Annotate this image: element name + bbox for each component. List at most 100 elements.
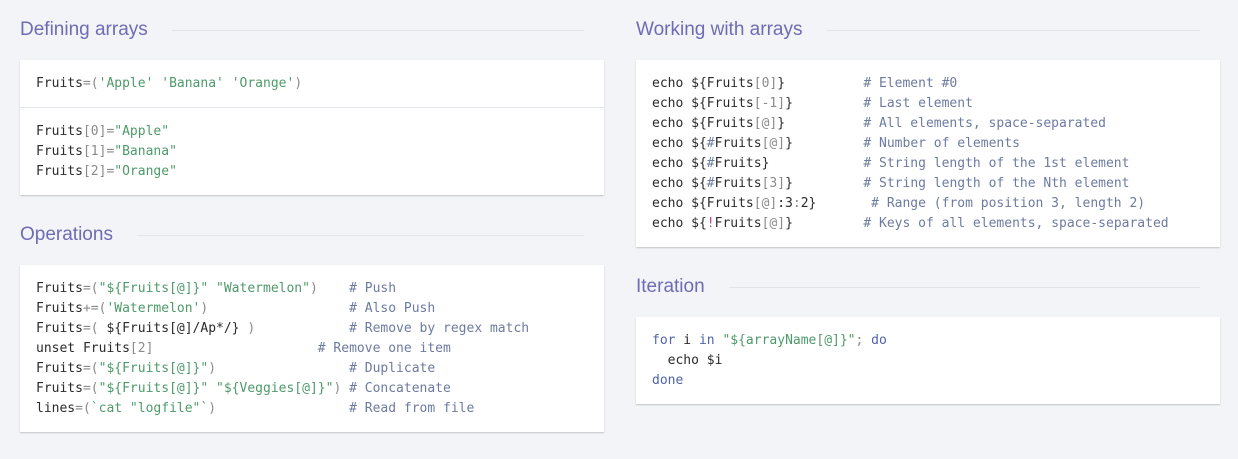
code-token: echo ${ bbox=[652, 216, 707, 231]
code-comment: # Read from file bbox=[349, 401, 475, 416]
code-token: Fruits} bbox=[714, 156, 864, 171]
section-operations: Operations Fruits=("${Fruits[@]}" "Water… bbox=[20, 215, 604, 432]
code-card: Fruits=('Apple' 'Banana' 'Orange') Fruits… bbox=[20, 60, 604, 195]
code-line: unset Fruits[2] # Remove one item bbox=[36, 339, 588, 359]
code-token: ) bbox=[294, 76, 303, 91]
code-line: echo ${Fruits[0]} # Element #0 bbox=[652, 74, 1204, 94]
code-token: } bbox=[785, 136, 864, 151]
code-token: } bbox=[777, 116, 864, 131]
code-comment: # bbox=[706, 176, 715, 191]
code-token: echo ${Fruits bbox=[652, 116, 754, 131]
code-token: ) bbox=[247, 321, 256, 336]
section-title: Iteration bbox=[636, 276, 705, 297]
code-token: [@] bbox=[761, 136, 786, 151]
code-comment: # Last element bbox=[863, 96, 973, 111]
code-token: unset Fruits bbox=[36, 341, 130, 356]
code-comment: # String length of the 1st element bbox=[863, 156, 1130, 171]
code-token: lines bbox=[36, 401, 76, 416]
code-line: Fruits=( ${Fruits[@]/Ap*/} ) # Remove by… bbox=[36, 319, 588, 339]
code-comment: # Remove by regex match bbox=[349, 321, 530, 336]
code-line: done bbox=[652, 371, 1204, 391]
code-block: echo ${Fruits[0]} # Element #0 echo ${Fru… bbox=[636, 60, 1220, 247]
code-token: : bbox=[792, 196, 801, 211]
code-token: 'Banana' bbox=[161, 76, 224, 91]
code-line: echo $i bbox=[652, 351, 1204, 371]
section-divider bbox=[171, 29, 584, 31]
code-token: [@] bbox=[753, 116, 778, 131]
code-line: Fruits[0]="Apple" bbox=[36, 122, 588, 142]
code-line: echo ${#Fruits[3]} # String length of th… bbox=[652, 174, 1204, 194]
code-token: Fruits bbox=[36, 76, 83, 91]
code-line: echo ${!Fruits[@]} # Keys of all element… bbox=[652, 214, 1204, 234]
code-line: Fruits=('Apple' 'Banana' 'Orange') bbox=[36, 74, 588, 94]
code-token: ! bbox=[706, 216, 715, 231]
code-token: in bbox=[698, 333, 715, 348]
code-comment: # bbox=[706, 136, 715, 151]
section-header: Working with arrays bbox=[636, 10, 1220, 50]
code-token: =( bbox=[82, 361, 99, 376]
section-iteration: Iteration for i in "${arrayName[@]}"; do… bbox=[636, 267, 1220, 404]
right-column: Working with arrays echo ${Fruits[0]} # … bbox=[636, 0, 1220, 404]
section-header: Operations bbox=[20, 215, 604, 255]
code-token: [1]= bbox=[82, 144, 115, 159]
code-line: echo ${#Fruits[@]} # Number of elements bbox=[652, 134, 1204, 154]
code-token: =( bbox=[82, 76, 99, 91]
code-token: ) bbox=[309, 281, 318, 296]
code-line: for i in "${arrayName[@]}"; do bbox=[652, 331, 1204, 351]
section-divider bbox=[826, 29, 1200, 31]
code-token: "${Fruits[@]}" bbox=[98, 381, 209, 396]
section-title: Defining arrays bbox=[20, 19, 148, 40]
code-token: =( bbox=[82, 381, 99, 396]
code-line: Fruits+=('Watermelon') # Also Push bbox=[36, 299, 588, 319]
section-header: Iteration bbox=[636, 267, 1220, 307]
code-token: 2} bbox=[800, 196, 872, 211]
code-card: for i in "${arrayName[@]}"; do echo $i do… bbox=[636, 317, 1220, 404]
code-token: 'Apple' bbox=[98, 76, 154, 91]
code-token: 'Watermelon' bbox=[106, 301, 201, 316]
code-token: [@] bbox=[753, 196, 778, 211]
code-token: do bbox=[871, 333, 887, 348]
code-token: ${Fruits[@]/Ap*/} bbox=[98, 321, 248, 336]
code-token: Fruits bbox=[36, 164, 83, 179]
code-line: lines=(`cat "logfile"`) # Read from file bbox=[36, 399, 588, 419]
code-token: "Apple" bbox=[114, 124, 170, 139]
code-token: `cat "logfile"` bbox=[90, 401, 209, 416]
code-line: Fruits[2]="Orange" bbox=[36, 162, 588, 182]
code-line: Fruits=("${Fruits[@]}" "${Veggies[@]}") … bbox=[36, 379, 588, 399]
code-token: Fruits bbox=[36, 124, 83, 139]
code-token: Fruits bbox=[36, 361, 83, 376]
code-card: Fruits=("${Fruits[@]}" "Watermelon") # P… bbox=[20, 265, 604, 432]
code-token: :3 bbox=[777, 196, 793, 211]
code-line: echo ${Fruits[@]:3:2} # Range (from posi… bbox=[652, 194, 1204, 214]
code-token: echo $i bbox=[652, 353, 723, 368]
code-token: Fruits bbox=[36, 144, 83, 159]
code-token: } bbox=[785, 216, 864, 231]
code-token: [-1] bbox=[753, 96, 786, 111]
code-token: Fruits bbox=[36, 301, 83, 316]
code-token: "Banana" bbox=[114, 144, 177, 159]
code-comment: # Number of elements bbox=[863, 136, 1020, 151]
code-comment: # Concatenate bbox=[349, 381, 451, 396]
code-token: done bbox=[652, 373, 684, 388]
section-defining-arrays: Defining arrays Fruits=('Apple' 'Banana'… bbox=[20, 10, 604, 195]
code-token: Fruits bbox=[714, 216, 762, 231]
code-comment: # Also Push bbox=[349, 301, 436, 316]
code-token: i bbox=[675, 333, 699, 348]
code-token: "${arrayName[@]}" bbox=[722, 333, 856, 348]
code-block: Fruits=("${Fruits[@]}" "Watermelon") # P… bbox=[20, 265, 604, 432]
code-token: [2]= bbox=[82, 164, 115, 179]
code-comment: # Range (from position 3, length 2) bbox=[871, 196, 1146, 211]
code-token: Fruits bbox=[36, 281, 83, 296]
code-comment: # String length of the Nth element bbox=[863, 176, 1130, 191]
code-token: [2] bbox=[129, 341, 154, 356]
section-working-with-arrays: Working with arrays echo ${Fruits[0]} # … bbox=[636, 10, 1220, 247]
